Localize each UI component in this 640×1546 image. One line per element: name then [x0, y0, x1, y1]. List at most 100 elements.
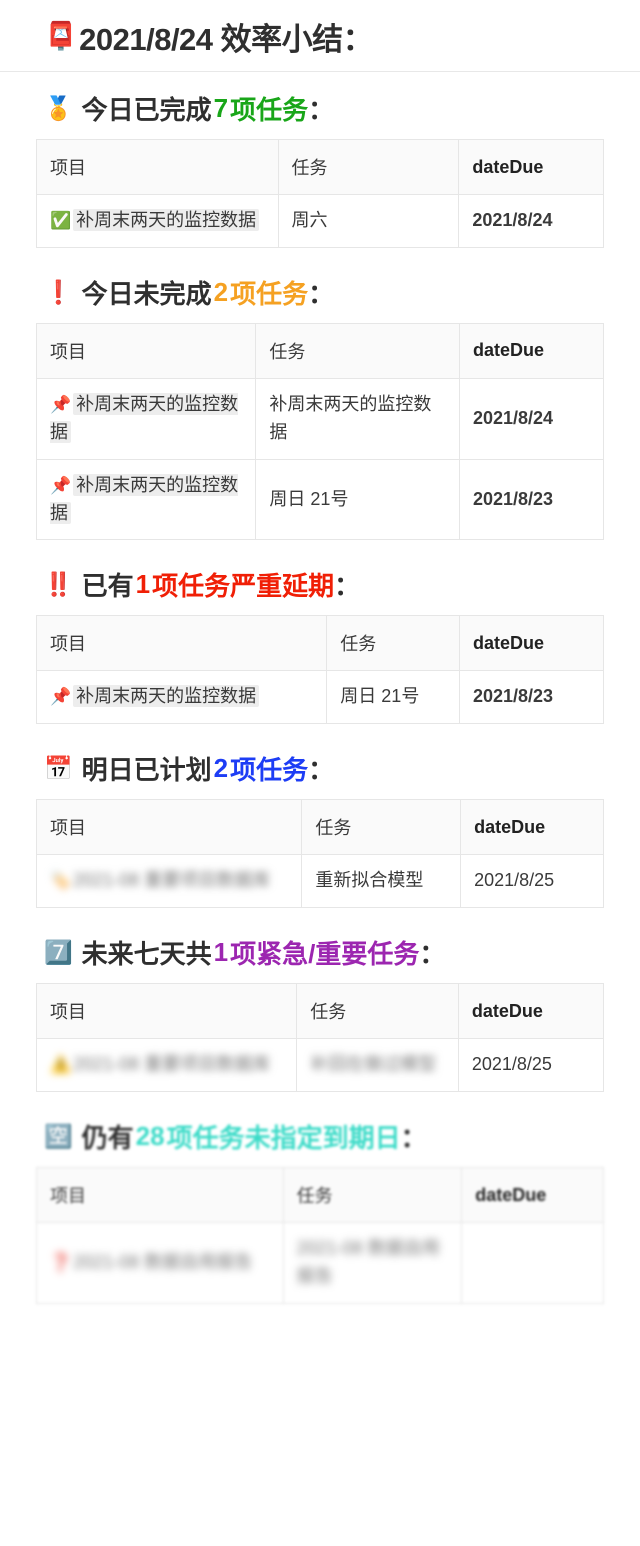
- col-due: dateDue: [461, 1167, 604, 1224]
- section-heading-prefix: 明日已计划: [81, 755, 212, 786]
- col-project: 项目: [35, 983, 298, 1040]
- pushpin-icon: 📌: [50, 687, 72, 707]
- section-heading-suffix: 项任务: [230, 95, 309, 125]
- cell-due: 2021/8/23: [458, 670, 605, 725]
- cell-project: ⚠️ 2021-08 重要项目数据库: [35, 1038, 298, 1093]
- project-name: 补周末两天的监控数据: [50, 392, 239, 443]
- pushpin-icon: 📌: [50, 394, 72, 414]
- cell-task: 重新拟合模型: [301, 854, 462, 909]
- warning-icon: ⚠️: [50, 1055, 72, 1075]
- col-project: 项目: [36, 139, 279, 195]
- section-count: 2: [213, 276, 229, 307]
- table-header-row: 项目 任务 dateDue: [35, 799, 604, 856]
- table-header-row: 项目 任务 dateDue: [35, 615, 605, 672]
- section-heading-suffix: 项任务: [230, 278, 309, 309]
- section-heading-colon: ：: [308, 278, 335, 309]
- col-project: 项目: [36, 1167, 284, 1224]
- section-next-seven-days: 7️⃣ 未来七天共 1 项紧急/重要任务 ： 项目 任务 dateDue ⚠️ 2…: [0, 916, 640, 1100]
- cell-task: 补周末两天的监控数据: [255, 377, 460, 460]
- exclamation-mark-icon: ❗: [44, 278, 73, 305]
- section-heading-colon: ：: [308, 95, 335, 125]
- cell-project: 🏷️ 2021-08 重要项目数据库: [35, 854, 303, 909]
- cell-project: 📌 补周末两天的监控数据: [35, 458, 257, 541]
- table-header-row: 项目 任务 dateDue: [36, 139, 604, 195]
- col-task: 任务: [301, 799, 462, 856]
- col-task: 任务: [326, 615, 460, 672]
- table-wrapper: 项目 任务 dateDue ⚠️ 2021-08 重要项目数据库 补回在做过模型 …: [0, 983, 640, 1100]
- section-heading: ‼️ 已有 1 项任务严重延期 ：: [0, 548, 640, 615]
- table-row[interactable]: ⚠️ 2021-08 重要项目数据库 补回在做过模型 2021/8/25: [35, 1038, 605, 1093]
- question-mark-icon: ❓: [50, 1253, 72, 1273]
- cell-project: ✅ 补周末两天的监控数据: [36, 194, 279, 248]
- task-name: 2021-08 数据自用报告: [296, 1238, 440, 1287]
- section-heading-prefix: 今日未完成: [81, 278, 212, 309]
- check-mark-icon: ✅: [50, 211, 72, 230]
- table-header-row: 项目 任务 dateDue: [36, 1167, 604, 1224]
- table-header-row: 项目 任务 dateDue: [35, 322, 605, 379]
- pushpin-icon: 📌: [50, 475, 72, 495]
- section-heading: 🈳 仍有 28 项任务未指定到期日 ：: [0, 1100, 640, 1167]
- section-count: 1: [213, 937, 229, 968]
- section-heading-colon: ：: [400, 1123, 427, 1154]
- project-name: 2021-08 重要项目数据库: [73, 1054, 271, 1075]
- table-wrapper: 项目 任务 dateDue ✅ 补周末两天的监控数据 周六 2021/8/24: [0, 139, 640, 256]
- section-heading-suffix: 项任务: [230, 755, 309, 786]
- mailbox-icon: 📮: [44, 21, 78, 51]
- cell-due: 2021/8/24: [458, 377, 605, 460]
- cell-project: 📌 补周末两天的监控数据: [35, 670, 328, 725]
- section-heading-prefix: 未来七天共: [81, 939, 212, 970]
- col-due: dateDue: [460, 799, 604, 856]
- cell-task: 周日 21号: [326, 670, 460, 725]
- section-heading-suffix: 项任务未指定到期日: [166, 1123, 401, 1154]
- label-icon: 🏷️: [50, 871, 72, 891]
- section-heading: 7️⃣ 未来七天共 1 项紧急/重要任务 ：: [0, 916, 640, 983]
- section-heading-colon: ：: [308, 755, 335, 786]
- table-row[interactable]: 📌 补周末两天的监控数据 周日 21号 2021/8/23: [35, 670, 605, 725]
- project-name: 补周末两天的监控数据: [73, 209, 260, 231]
- section-no-due-date: 🈳 仍有 28 项任务未指定到期日 ： 项目 任务 dateDue ❓ 2021-…: [0, 1100, 640, 1312]
- calendar-icon: 📅: [44, 755, 73, 782]
- double-exclamation-mark-icon: ‼️: [44, 571, 73, 598]
- table-wrapper: 项目 任务 dateDue 📌 补周末两天的监控数据 周日 21号 2021/8/…: [0, 615, 640, 732]
- col-task: 任务: [255, 322, 460, 379]
- cell-project: ❓ 2021-08 数据自用报告: [36, 1222, 284, 1304]
- section-heading-colon: ：: [334, 571, 361, 602]
- task-name: 补回在做过模型: [310, 1054, 437, 1075]
- cell-task: 补回在做过模型: [296, 1038, 459, 1093]
- table-row[interactable]: 🏷️ 2021-08 重要项目数据库 重新拟合模型 2021/8/25: [35, 854, 604, 909]
- cell-due: 2021/8/25: [460, 854, 604, 909]
- section-heading-prefix: 今日已完成: [81, 95, 212, 125]
- cell-task: 2021-08 数据自用报告: [282, 1222, 463, 1304]
- section-count: 28: [135, 1121, 165, 1152]
- section-heading: 📅 明日已计划 2 项任务 ：: [0, 732, 640, 799]
- cell-due: [461, 1222, 604, 1304]
- project-name: 补周末两天的监控数据: [50, 473, 239, 524]
- vacancy-icon: 🈳: [44, 1123, 73, 1150]
- tasks-table: 项目 任务 dateDue ❓ 2021-08 数据自用报告 2021-08 数据…: [36, 1167, 604, 1304]
- project-name: 2021-08 重要项目数据库: [73, 870, 271, 891]
- col-due: dateDue: [458, 322, 605, 379]
- efficiency-summary-page: 📮 2021/8/24 效率小结： 🏅 今日已完成 7 项任务 ： 项目 任务 …: [0, 0, 640, 1312]
- section-count: 2: [213, 753, 229, 784]
- table-row[interactable]: 📌 补周末两天的监控数据 周日 21号 2021/8/23: [35, 458, 605, 541]
- section-heading-colon: ：: [419, 939, 446, 970]
- col-project: 项目: [35, 615, 328, 672]
- cell-task: 周六: [277, 194, 460, 248]
- cell-task: 周日 21号: [255, 458, 460, 541]
- section-undone-today: ❗ 今日未完成 2 项任务 ： 项目 任务 dateDue 📌 补周末两天的监控数…: [0, 256, 640, 549]
- table-row[interactable]: ✅ 补周末两天的监控数据 周六 2021/8/24: [36, 194, 604, 248]
- project-name: 补周末两天的监控数据: [73, 685, 260, 708]
- table-row[interactable]: ❓ 2021-08 数据自用报告 2021-08 数据自用报告: [36, 1222, 604, 1304]
- tasks-table: 项目 任务 dateDue ⚠️ 2021-08 重要项目数据库 补回在做过模型 …: [35, 983, 605, 1093]
- medal-icon: 🏅: [44, 95, 73, 121]
- keycap-seven-icon: 7️⃣: [44, 939, 73, 966]
- table-wrapper: 项目 任务 dateDue 🏷️ 2021-08 重要项目数据库 重新拟合模型 2…: [0, 799, 640, 916]
- cell-project: 📌 补周末两天的监控数据: [35, 377, 257, 460]
- cell-due: 2021/8/24: [458, 194, 604, 248]
- table-wrapper: 项目 任务 dateDue 📌 补周末两天的监控数据 补周末两天的监控数据 202…: [0, 322, 640, 549]
- table-row[interactable]: 📌 补周末两天的监控数据 补周末两天的监控数据 2021/8/24: [35, 377, 605, 460]
- section-planned-tomorrow: 📅 明日已计划 2 项任务 ： 项目 任务 dateDue 🏷️2021-08: [0, 732, 640, 916]
- tasks-table: 项目 任务 dateDue 📌 补周末两天的监控数据 周日 21号 2021/8/…: [35, 615, 605, 725]
- project-name: 2021-08 数据自用报告: [73, 1252, 253, 1273]
- page-title-text: 2021/8/24 效率小结：: [79, 22, 374, 57]
